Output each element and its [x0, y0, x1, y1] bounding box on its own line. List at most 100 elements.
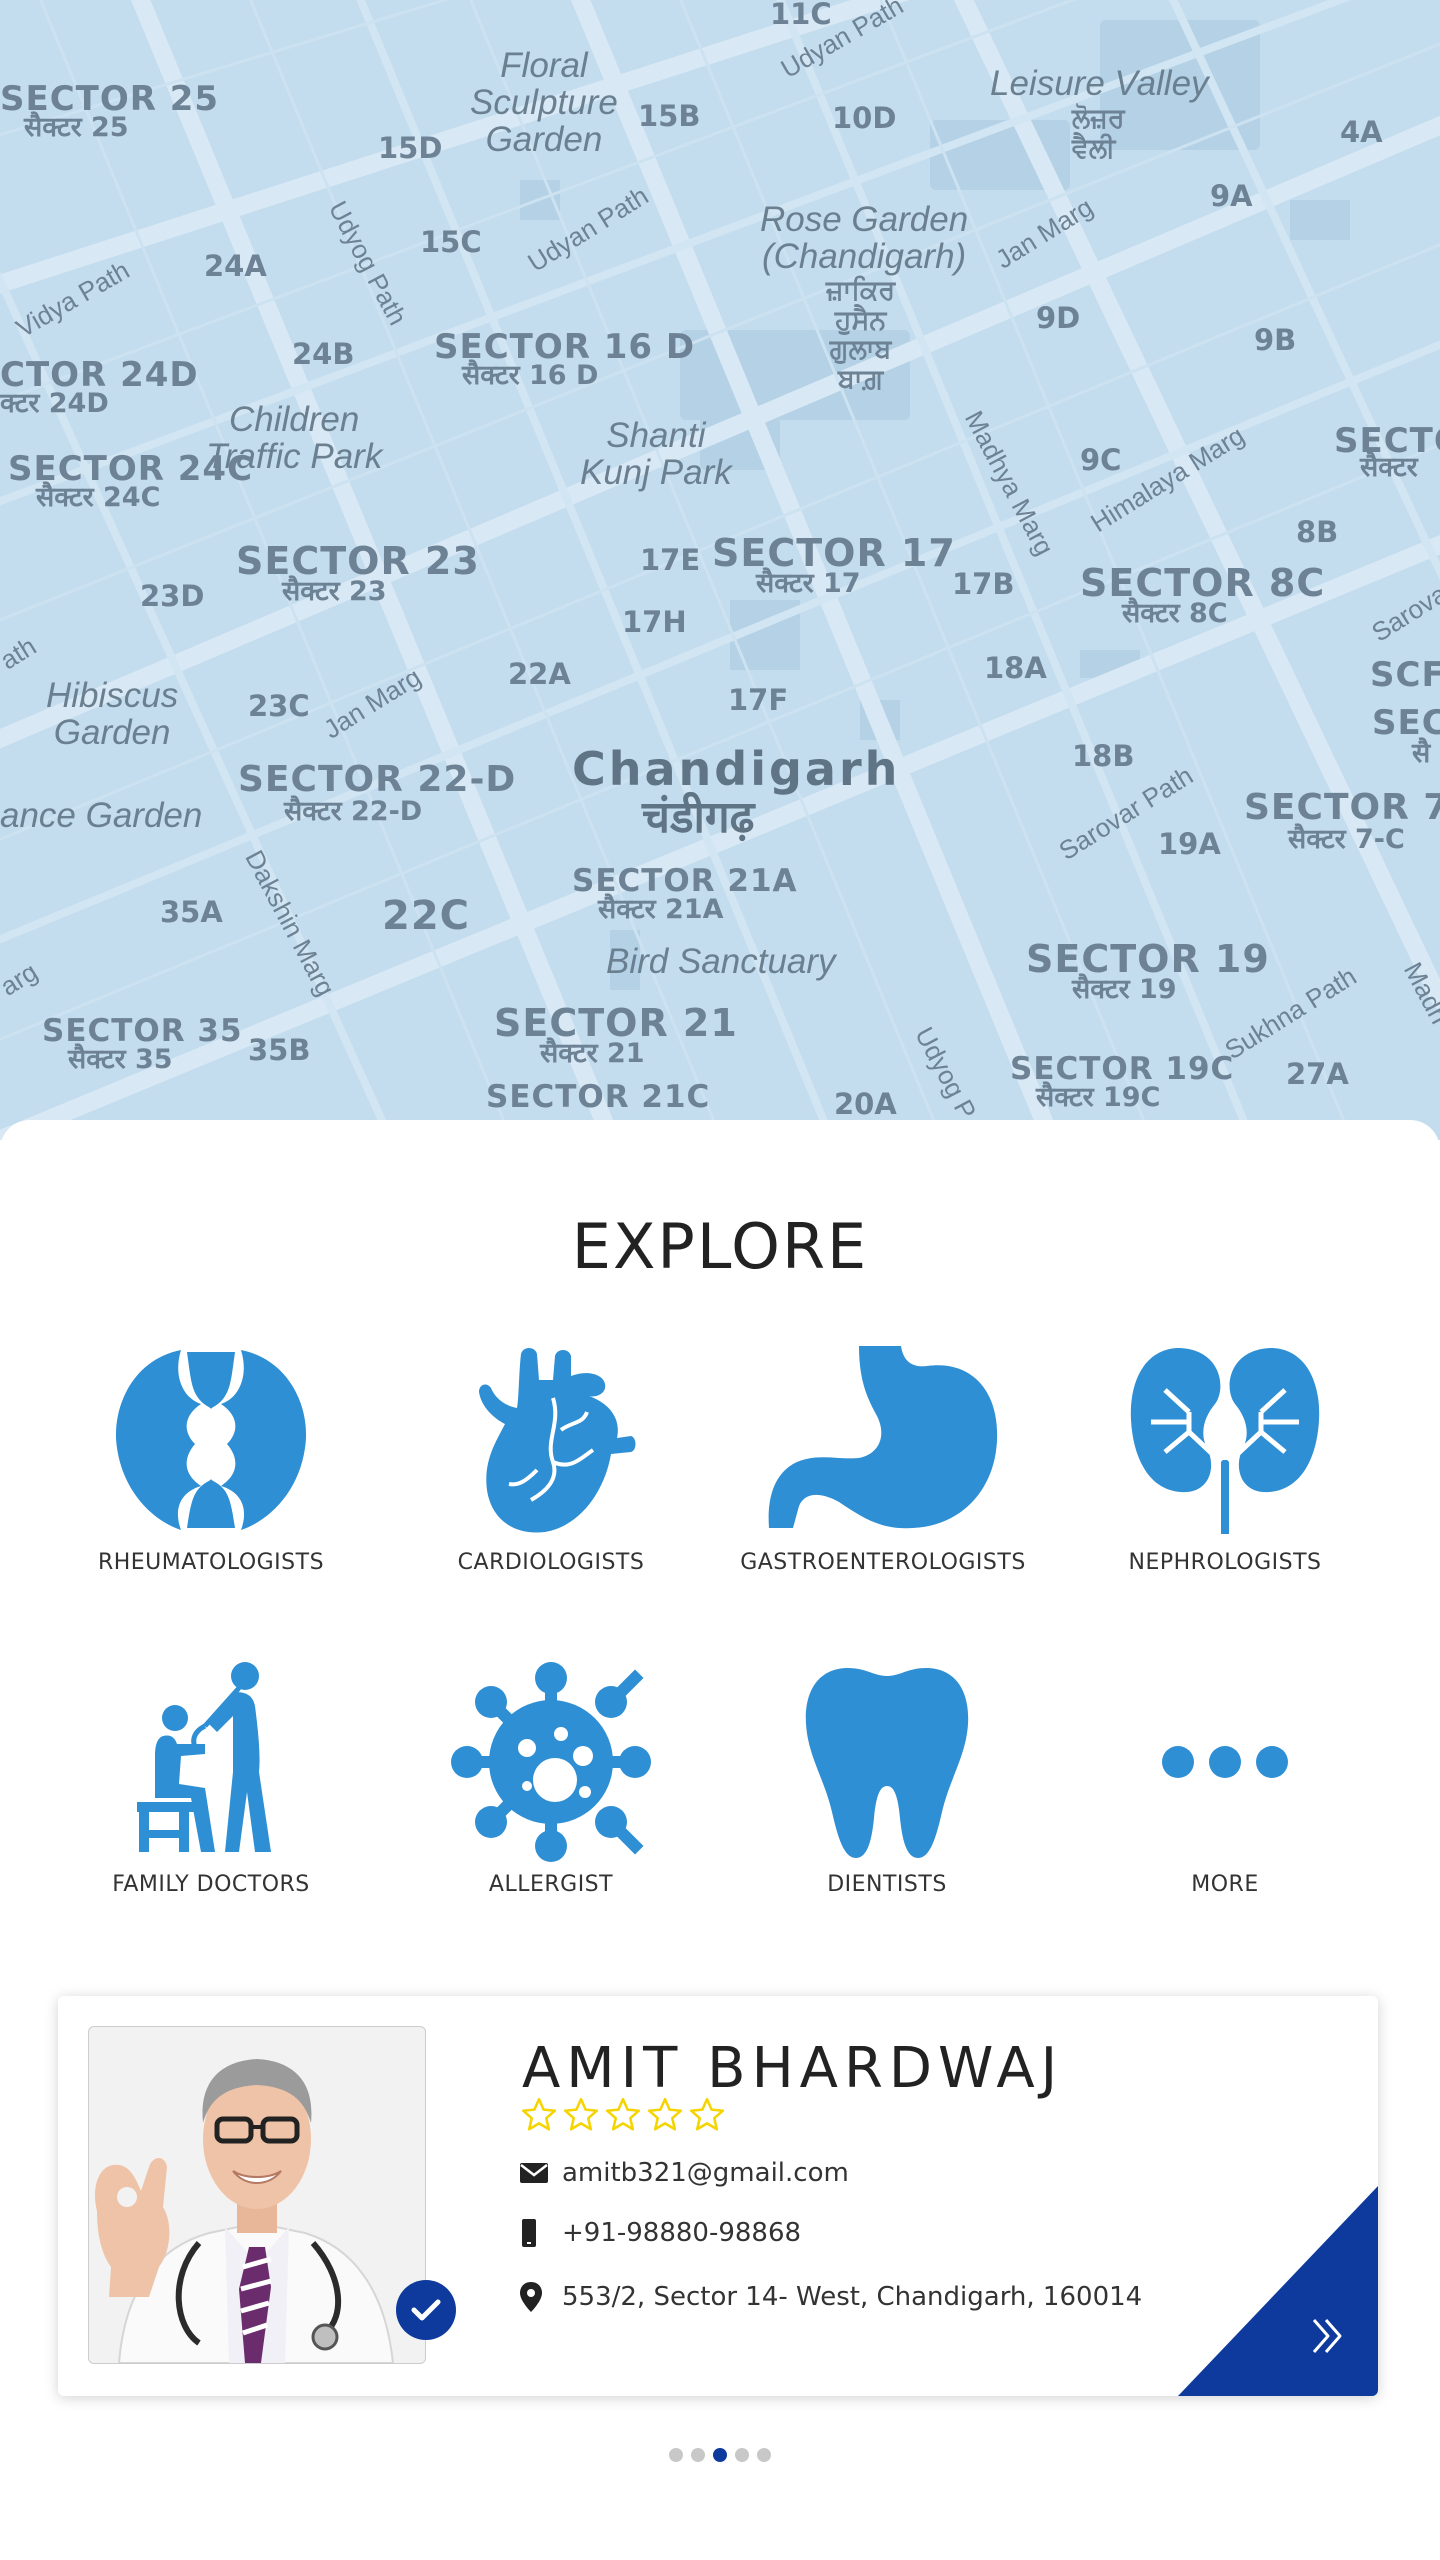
map-label: 10D [832, 101, 897, 135]
map-label: चंडीगढ़ [642, 792, 755, 843]
map-label: सै [1412, 738, 1431, 769]
map-label: 17F [728, 683, 789, 717]
map-label: सैक्टर 19 [1072, 974, 1177, 1005]
pager-dot[interactable] [757, 2448, 771, 2462]
map-label: SCF [1370, 655, 1440, 695]
category-allergist[interactable]: ALLERGIST [386, 1662, 716, 1897]
map-label: 20A [834, 1087, 897, 1121]
map-view[interactable]: SECTOR 25 सैक्टर 25 Floral Sculpture Gar… [0, 0, 1440, 1140]
category-label: NEPHROLOGISTS [1128, 1550, 1322, 1575]
map-label: SECTOR 19 [1026, 937, 1270, 981]
map-label: 9C [1080, 443, 1122, 477]
map-label: Chandigarh [572, 742, 901, 796]
map-label: 9A [1210, 179, 1253, 213]
map-label: 35A [160, 895, 223, 929]
map-label: सैक्टर 22-D [284, 796, 423, 827]
category-label: MORE [1191, 1872, 1259, 1897]
joint-icon [106, 1340, 316, 1540]
map-label: सैक्टर 21A [598, 894, 724, 925]
map-label: SECTOR 19C [1010, 1051, 1235, 1087]
map-label: सैक्टर 24C [36, 482, 161, 513]
map-label: 27A [1286, 1057, 1349, 1091]
map-label: SECTOR 35 [42, 1013, 243, 1049]
view-doctor-button[interactable] [1298, 2306, 1358, 2366]
pager-dot[interactable] [735, 2448, 749, 2462]
map-label: ance Garden [0, 796, 203, 835]
map-label: सैक्टर 35 [68, 1044, 173, 1075]
category-family-doctors[interactable]: FAMILY DOCTORS [46, 1662, 376, 1897]
category-label: RHEUMATOLOGISTS [97, 1550, 325, 1575]
doctor-patient-icon [106, 1662, 316, 1862]
address-row: 553/2, Sector 14- West, Chandigarh, 1600… [520, 2282, 1142, 2312]
map-label: 22C [382, 893, 471, 939]
pager-dot[interactable] [669, 2448, 683, 2462]
doctor-phone: +91-98880-98868 [562, 2218, 802, 2248]
star-icon [689, 2097, 725, 2131]
rating-stars [520, 2096, 726, 2134]
check-icon [411, 2299, 441, 2321]
location-pin-icon [520, 2282, 556, 2312]
map-label: CTOR 24D [0, 355, 199, 395]
double-chevron-right-icon [1312, 2319, 1342, 2353]
category-gastroenterologists[interactable]: GASTROENTEROLOGISTS [718, 1340, 1048, 1575]
map-label: SECTOR 7- [1244, 787, 1440, 828]
map-label: 23C [248, 689, 310, 723]
map-label: SECTOR 8C [1080, 561, 1326, 605]
map-label: SEC [1372, 703, 1440, 743]
star-icon [647, 2097, 683, 2131]
carousel-pager [0, 2448, 1440, 2462]
map-label: SECTOR 21 [494, 1001, 738, 1045]
map-label: Floral Sculpture Garden [470, 46, 618, 159]
map-label: 24B [292, 337, 355, 371]
doctor-card[interactable]: AMIT BHARDWAJ amitb321@gmail.com +91-988… [58, 1996, 1378, 2396]
map-label: 15D [378, 131, 443, 165]
category-label: DIENTISTS [827, 1872, 947, 1897]
map-label: 17B [952, 567, 1015, 601]
doctor-photo [88, 2026, 426, 2364]
map-label: 35B [248, 1033, 311, 1067]
map-label: 24A [204, 249, 267, 283]
map-label: 9B [1254, 323, 1297, 357]
map-label: क्टर 24D [0, 388, 109, 419]
map-label: 22A [508, 657, 571, 691]
verified-badge [396, 2280, 456, 2340]
category-label: CARDIOLOGISTS [457, 1550, 645, 1575]
envelope-icon [520, 2163, 556, 2183]
map-label: Leisure Valley [990, 64, 1209, 103]
doctor-email: amitb321@gmail.com [562, 2158, 849, 2188]
kidney-icon [1120, 1340, 1330, 1540]
category-label: GASTROENTEROLOGISTS [740, 1550, 1026, 1575]
category-more[interactable]: MORE [1060, 1662, 1390, 1897]
map-label: SECTOR 22-D [238, 759, 517, 800]
map-label: 15B [638, 99, 701, 133]
map-label: 17E [640, 543, 701, 577]
map-label: सैक्टर 8C [1122, 598, 1228, 629]
map-label: सैक्टर [1360, 452, 1418, 483]
map-label: Hibiscus Garden [46, 676, 179, 752]
page-title: EXPLORE [571, 1210, 869, 1283]
pager-dot[interactable] [691, 2448, 705, 2462]
map-label: 4A [1340, 115, 1383, 149]
map-label: 23D [140, 579, 205, 613]
category-nephrologists[interactable]: NEPHROLOGISTS [1060, 1340, 1390, 1575]
map-label: 11C [770, 0, 832, 31]
map-label: सैक्टर 23 [282, 576, 387, 607]
doctor-address: 553/2, Sector 14- West, Chandigarh, 1600… [562, 2282, 1143, 2312]
pager-dot[interactable] [713, 2448, 727, 2462]
map-label: 18A [984, 651, 1047, 685]
category-cardiologists[interactable]: CARDIOLOGISTS [386, 1340, 716, 1575]
map-label: सैक्टर 19C [1036, 1082, 1161, 1113]
phone-row[interactable]: +91-98880-98868 [520, 2218, 801, 2248]
category-label: FAMILY DOCTORS [112, 1872, 310, 1897]
email-row[interactable]: amitb321@gmail.com [520, 2158, 849, 2188]
map-label: Shanti Kunj Park [580, 416, 732, 492]
map-label: Rose Garden (Chandigarh) [760, 200, 969, 276]
map-label: 18B [1072, 739, 1135, 773]
category-rheumatologists[interactable]: RHEUMATOLOGISTS [46, 1340, 376, 1575]
map-label: ਲੋਜ਼ਰ ਵੈਲੀ [1072, 103, 1125, 164]
category-dentists[interactable]: DIENTISTS [722, 1662, 1052, 1897]
more-dots-icon [1120, 1662, 1330, 1862]
map-label: SECTOR 25 [0, 79, 220, 119]
map-label: ਜ਼ਾਕਿਰ ਹੁਸੈਨ ਗੁਲਾਬ ਬਾਗ਼ [826, 275, 896, 396]
map-label: Bird Sanctuary [606, 942, 836, 981]
